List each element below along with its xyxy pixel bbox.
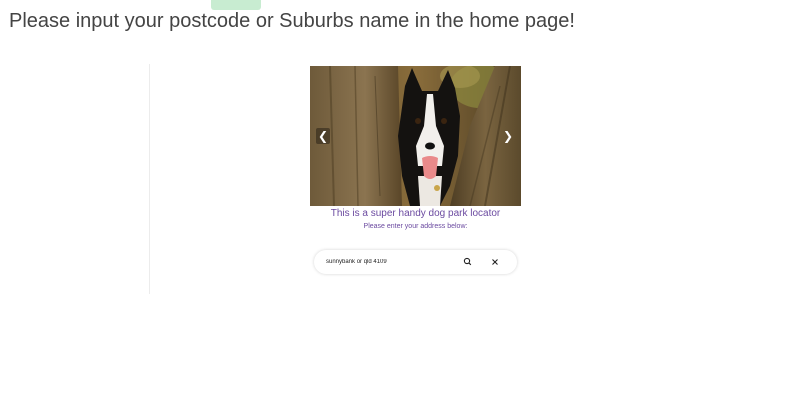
image-carousel: ❮ ❯	[310, 66, 521, 206]
search-input[interactable]	[326, 254, 456, 270]
vertical-divider	[149, 64, 150, 294]
address-prompt: Please enter your address below:	[363, 223, 468, 230]
search-icon	[463, 257, 472, 266]
clear-button[interactable]	[488, 255, 502, 269]
search-bar	[314, 250, 517, 274]
carousel-next-button[interactable]: ❯	[501, 128, 515, 144]
tagline: This is a super handy dog park locator	[330, 208, 501, 219]
search-button[interactable]	[461, 255, 475, 269]
close-icon	[492, 259, 498, 265]
page-title: Please input your postcode or Suburbs na…	[9, 10, 575, 32]
page: Please input your postcode or Suburbs na…	[0, 0, 795, 406]
dog-photo	[310, 66, 521, 206]
carousel-prev-button[interactable]: ❮	[316, 128, 330, 144]
top-tab[interactable]	[211, 0, 261, 10]
